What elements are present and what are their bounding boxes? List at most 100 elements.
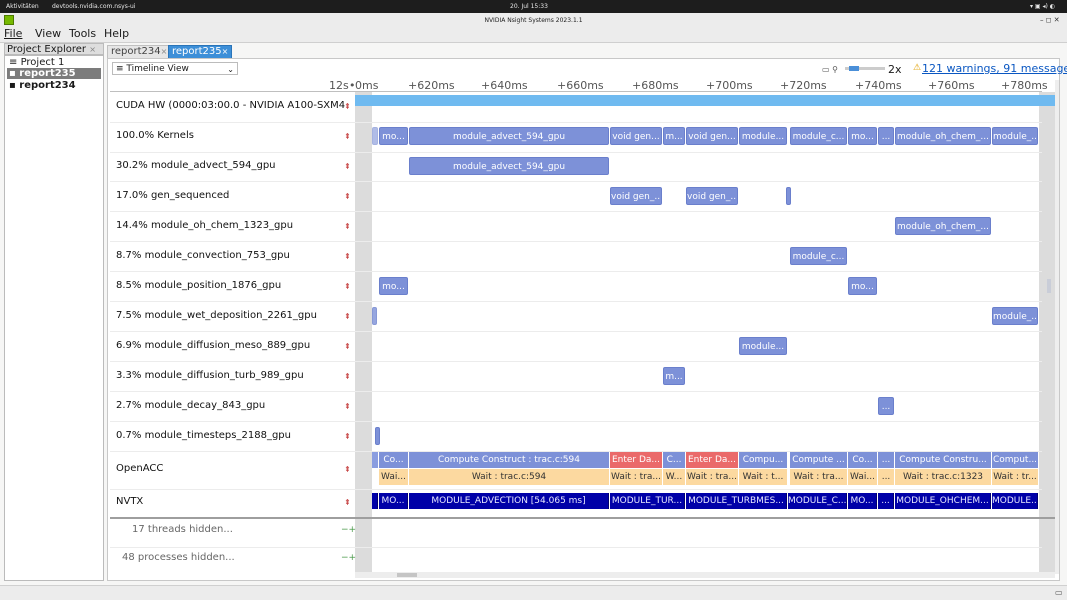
openacc-block[interactable]: Comput... xyxy=(992,452,1038,468)
window-controls[interactable]: – ◻ ✕ xyxy=(1040,16,1060,24)
nvtx-range[interactable]: MO... xyxy=(379,493,408,509)
openacc-wait-block[interactable]: ... xyxy=(878,469,894,485)
kernel-block[interactable]: module_c... xyxy=(790,127,847,145)
pin-icon[interactable]: ⇞ xyxy=(344,498,351,507)
openacc-block[interactable]: C... xyxy=(663,452,685,468)
pin-icon[interactable]: ⇞ xyxy=(344,132,351,141)
pin-icon[interactable]: ⇞ xyxy=(344,222,351,231)
kernel-block[interactable]: void gen... xyxy=(610,127,662,145)
openacc-block[interactable]: Enter Da... xyxy=(610,452,662,468)
pin-icon[interactable]: ⇞ xyxy=(344,372,351,381)
openacc-block[interactable]: Co... xyxy=(379,452,408,468)
openacc-block[interactable] xyxy=(372,452,378,468)
gen-kernel-block[interactable] xyxy=(786,187,791,205)
scrollbar-thumb[interactable] xyxy=(397,573,417,577)
pin-icon[interactable]: ⇞ xyxy=(344,465,351,474)
gen-kernel-block[interactable]: void gen_... xyxy=(686,187,738,205)
nvtx-range[interactable]: ... xyxy=(878,493,894,509)
hidden-threads-label[interactable]: 17 threads hidden... xyxy=(132,524,233,535)
cuda-hw-bar[interactable] xyxy=(355,95,1055,106)
row-label-gen-sequenced[interactable]: 17.0% gen_sequenced xyxy=(116,190,229,201)
row-label-timesteps[interactable]: 0.7% module_timesteps_2188_gpu xyxy=(116,430,291,441)
nvtx-range[interactable]: MODULE_C... xyxy=(788,493,847,509)
project-explorer-tab[interactable]: Project Explorer × xyxy=(4,43,104,55)
menu-tools[interactable]: Tools xyxy=(69,27,96,40)
row-label-nvtx[interactable]: NVTX xyxy=(116,496,143,507)
hidden-processes-label[interactable]: 48 processes hidden... xyxy=(122,552,235,563)
app-indicator[interactable]: devtools.nvidia.com.nsys-ui xyxy=(52,3,136,10)
system-tray-icons[interactable]: ▾ ▣ ◂) ◐ xyxy=(1030,3,1055,10)
menu-view[interactable]: View xyxy=(35,27,61,40)
diffusion-turb-kernel-block[interactable]: m... xyxy=(663,367,685,385)
pin-icon[interactable]: ⇞ xyxy=(344,252,351,261)
kernel-block[interactable]: void gen... xyxy=(686,127,738,145)
kernel-block[interactable]: module_... xyxy=(992,127,1038,145)
openacc-wait-block[interactable]: Wait : tra... xyxy=(790,469,847,485)
nvtx-range[interactable]: MODULE_TUR... xyxy=(610,493,685,509)
advect-kernel-block[interactable]: module_advect_594_gpu xyxy=(409,157,609,175)
oh-chem-kernel-block[interactable]: module_oh_chem_... xyxy=(895,217,991,235)
row-label-wet-deposition[interactable]: 7.5% module_wet_deposition_2261_gpu xyxy=(116,310,317,321)
nvtx-range[interactable] xyxy=(372,493,378,509)
view-selector-dropdown[interactable]: ≡ Timeline View ⌄ xyxy=(112,62,238,75)
menu-file[interactable]: File xyxy=(4,27,22,40)
kernel-block[interactable] xyxy=(372,127,378,145)
pin-icon[interactable]: ⇞ xyxy=(344,282,351,291)
zoom-icon[interactable]: ▭ ⚲ xyxy=(822,65,838,74)
row-label-cuda-hw[interactable]: CUDA HW (0000:03:00.0 - NVIDIA A100-SXM4 xyxy=(116,100,345,111)
row-label-diffusion-turb[interactable]: 3.3% module_diffusion_turb_989_gpu xyxy=(116,370,304,381)
zoom-slider[interactable] xyxy=(845,66,885,71)
pin-icon[interactable]: ⇞ xyxy=(344,162,351,171)
menu-help[interactable]: Help xyxy=(104,27,129,40)
expand-threads-icon[interactable]: −+ xyxy=(341,525,356,535)
kernel-block[interactable]: mo... xyxy=(848,127,877,145)
tab-report234[interactable]: report234× xyxy=(107,45,172,59)
project-item[interactable]: ≡ Project 1 xyxy=(9,57,64,68)
kernel-block[interactable]: m... xyxy=(663,127,685,145)
row-label-oh-chem[interactable]: 14.4% module_oh_chem_1323_gpu xyxy=(116,220,293,231)
nvtx-range[interactable]: MODULE_ADVECTION [54.065 ms] xyxy=(409,493,609,509)
report235-item[interactable]: ▪ report235 xyxy=(7,68,101,79)
openacc-block[interactable]: Compu... xyxy=(739,452,787,468)
warnings-link[interactable]: 121 warnings, 91 messages xyxy=(922,62,1067,75)
openacc-block[interactable]: Enter Da... xyxy=(686,452,738,468)
row-label-position[interactable]: 8.5% module_position_1876_gpu xyxy=(116,280,281,291)
openacc-block[interactable]: Co... xyxy=(848,452,877,468)
diffusion-meso-kernel-block[interactable]: module... xyxy=(739,337,787,355)
pin-icon[interactable]: ⇞ xyxy=(344,312,351,321)
gen-kernel-block[interactable]: void gen_... xyxy=(610,187,662,205)
decay-kernel-block[interactable]: ... xyxy=(878,397,894,415)
openacc-block[interactable]: Compute Constru... xyxy=(895,452,991,468)
openacc-wait-block[interactable]: Wai... xyxy=(848,469,877,485)
openacc-wait-block[interactable]: Wait : trac.c:1323 xyxy=(895,469,991,485)
pin-icon[interactable]: ⇞ xyxy=(344,402,351,411)
pin-icon[interactable]: ⇞ xyxy=(344,192,351,201)
wet-deposition-kernel-block[interactable]: module_... xyxy=(992,307,1038,325)
zoom-slider-handle[interactable] xyxy=(849,66,859,71)
openacc-block[interactable]: Compute ... xyxy=(790,452,847,468)
row-label-openacc[interactable]: OpenACC xyxy=(116,463,163,474)
pin-icon[interactable]: ⇞ xyxy=(344,432,351,441)
close-icon[interactable]: × xyxy=(89,45,96,54)
expand-processes-icon[interactable]: −+ xyxy=(341,553,356,563)
timesteps-kernel-block[interactable] xyxy=(375,427,380,445)
horizontal-scrollbar[interactable] xyxy=(355,572,1055,578)
kernel-block[interactable]: module_advect_594_gpu xyxy=(409,127,609,145)
close-icon[interactable]: × xyxy=(222,47,229,56)
openacc-block[interactable]: Compute Construct : trac.c:594 xyxy=(409,452,609,468)
tab-report235[interactable]: report235× xyxy=(168,45,233,59)
activities-button[interactable]: Aktivitäten xyxy=(6,3,39,10)
row-label-decay[interactable]: 2.7% module_decay_843_gpu xyxy=(116,400,265,411)
nvtx-range[interactable]: MODULE_OHCHEM... xyxy=(895,493,991,509)
position-kernel-block[interactable]: mo... xyxy=(379,277,408,295)
report234-item[interactable]: ▪ report234 xyxy=(9,80,76,91)
openacc-wait-block[interactable]: Wait : t... xyxy=(739,469,787,485)
close-icon[interactable]: × xyxy=(161,47,168,56)
kernel-block[interactable]: mo... xyxy=(379,127,408,145)
wet-deposition-kernel-block[interactable] xyxy=(372,307,377,325)
pin-icon[interactable]: ⇞ xyxy=(344,342,351,351)
nvtx-range[interactable]: MODULE_TURBMES... xyxy=(686,493,787,509)
row-label-kernels[interactable]: 100.0% Kernels xyxy=(116,130,194,141)
openacc-wait-block[interactable]: W... xyxy=(663,469,685,485)
vertical-scrollbar[interactable] xyxy=(1047,80,1059,574)
